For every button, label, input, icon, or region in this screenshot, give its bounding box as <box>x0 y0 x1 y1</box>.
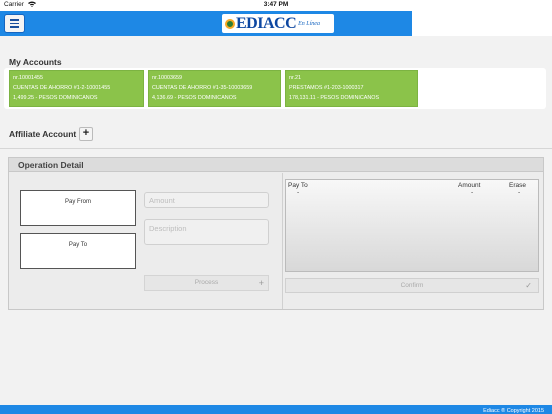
footer: Ediacc ® Copyright 2015 <box>0 405 552 414</box>
col-header-pay-to: Pay To <box>288 182 308 189</box>
col-header-erase: Erase <box>509 182 526 189</box>
confirm-button[interactable]: Confirm ✓ <box>285 278 539 293</box>
panel-separator <box>282 173 283 309</box>
account-balance: 4,136.69 - PESOS DOMINICANOS <box>152 95 237 101</box>
operation-detail-title: Operation Detail <box>9 158 543 172</box>
cell-erase[interactable]: - <box>518 189 520 196</box>
account-name: PRESTAMOS #1-203-1000317 <box>289 85 364 91</box>
plus-icon: + <box>258 278 264 288</box>
account-card[interactable]: nr.21 PRESTAMOS #1-203-1000317 178,131.1… <box>285 70 418 107</box>
account-number: nr.21 <box>289 75 301 81</box>
divider <box>0 148 552 149</box>
logo-text: EDIACC <box>236 14 297 32</box>
hamburger-menu-icon[interactable] <box>4 14 25 33</box>
cell-amount: - <box>471 189 474 196</box>
copyright-text: Ediacc ® Copyright 2015 <box>483 408 544 414</box>
account-name: CUENTAS DE AHORRO #1-2-10001455 <box>13 85 111 91</box>
description-input[interactable]: Description <box>144 219 269 245</box>
account-balance: 178,131.11 - PESOS DOMINICANOS <box>289 95 380 101</box>
logo-emblem <box>225 18 235 29</box>
check-icon: ✓ <box>525 281 532 290</box>
app-logo: EDIACC En Línea <box>222 14 334 33</box>
my-accounts-title: My Accounts <box>9 57 62 67</box>
app-header: EDIACC En Línea <box>0 11 552 36</box>
pay-from-selector[interactable]: Pay From <box>20 190 136 226</box>
process-button[interactable]: Process + <box>144 275 269 291</box>
cell-pay-to: - <box>297 189 300 196</box>
account-name: CUENTAS DE AHORRO #1-35-10003659 <box>152 85 253 91</box>
process-label: Process <box>194 279 219 286</box>
payment-list: Pay To Amount Erase - - - <box>285 179 539 272</box>
col-header-amount: Amount <box>458 182 481 189</box>
affiliate-account-label: Affiliate Account <box>9 129 77 139</box>
account-balance: 1,499.25 - PESOS DOMINICANOS <box>13 95 98 101</box>
header-band <box>412 11 552 36</box>
operation-detail-panel: Operation Detail Pay From Pay To Amount … <box>8 157 544 310</box>
pay-to-selector[interactable]: Pay To <box>20 233 136 269</box>
account-card[interactable]: nr.10003659 CUENTAS DE AHORRO #1-35-1000… <box>148 70 281 107</box>
confirm-label: Confirm <box>400 282 424 289</box>
accounts-panel: nr.10001455 CUENTAS DE AHORRO #1-2-10001… <box>4 68 546 109</box>
account-number: nr.10003659 <box>152 75 182 81</box>
operation-form: Pay From Pay To Amount Description Proce… <box>10 173 281 309</box>
amount-input[interactable]: Amount <box>144 192 269 208</box>
account-number: nr.10001455 <box>13 75 43 81</box>
add-affiliate-button[interactable]: + <box>79 127 93 141</box>
logo-subtitle: En Línea <box>298 20 320 27</box>
account-card[interactable]: nr.10001455 CUENTAS DE AHORRO #1-2-10001… <box>9 70 144 107</box>
status-bar: Carrier 3:47 PM <box>0 0 552 11</box>
clock: 3:47 PM <box>263 1 289 8</box>
